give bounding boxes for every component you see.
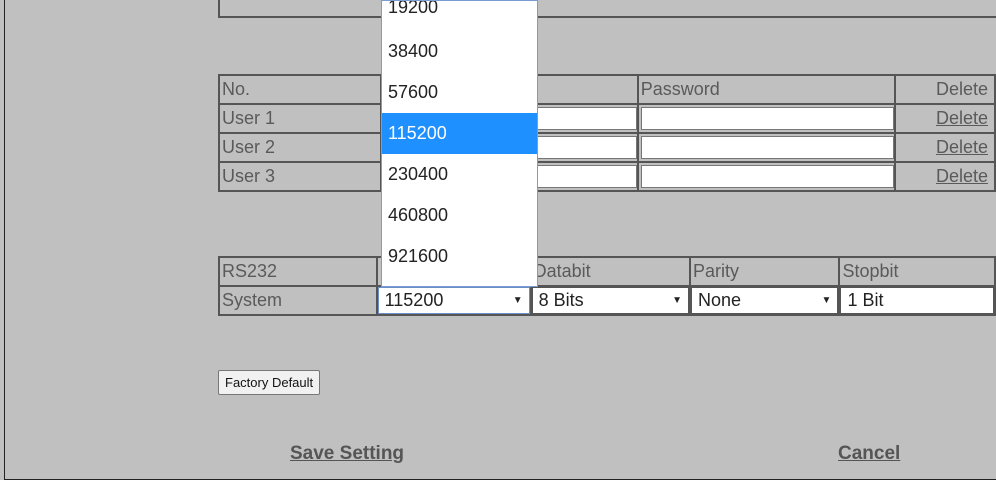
dropdown-option[interactable]: 921600 <box>382 236 537 277</box>
header-delete: Delete <box>894 74 996 105</box>
baudrate-select[interactable]: 115200 ▼ <box>378 288 529 313</box>
header-password: Password <box>636 74 897 105</box>
password-input[interactable] <box>640 136 894 159</box>
dropdown-option-selected[interactable]: 115200 <box>382 113 537 154</box>
baudrate-dropdown-list: 19200 38400 57600 115200 230400 460800 9… <box>381 0 538 287</box>
password-input[interactable] <box>640 165 894 188</box>
top-section-box <box>218 0 996 18</box>
save-setting-link[interactable]: Save Setting <box>290 443 404 465</box>
user-label: User 3 <box>218 161 382 192</box>
header-parity: Parity <box>688 256 841 287</box>
system-label: System <box>218 285 378 316</box>
databit-value: 8 Bits <box>538 290 584 310</box>
header-databit: Databit <box>529 256 691 287</box>
serial-header-row: RS232 Databit Parity Stopbit <box>218 256 996 287</box>
users-table: No. Password Delete User 1 Delete User 2… <box>218 74 996 192</box>
cancel-link[interactable]: Cancel <box>838 443 900 465</box>
delete-link[interactable]: Delete <box>936 166 988 186</box>
delete-link[interactable]: Delete <box>936 108 988 128</box>
chevron-down-icon: ▼ <box>821 295 832 306</box>
dropdown-option[interactable]: 460800 <box>382 195 537 236</box>
dropdown-option[interactable]: 19200 <box>382 1 537 31</box>
header-stopbit: Stopbit <box>838 256 996 287</box>
user-label: User 1 <box>218 103 382 134</box>
parity-select[interactable]: None ▼ <box>691 288 838 313</box>
table-row: User 3 Delete <box>218 161 996 192</box>
header-rs232: RS232 <box>218 256 378 287</box>
password-input[interactable] <box>640 107 894 130</box>
dropdown-option[interactable]: 230400 <box>382 154 537 195</box>
chevron-down-icon: ▼ <box>512 295 523 306</box>
serial-table: RS232 Databit Parity Stopbit System 1152… <box>218 256 996 316</box>
parity-value: None <box>697 290 742 310</box>
dropdown-option[interactable]: 57600 <box>382 72 537 113</box>
stopbit-select[interactable]: 1 Bit <box>841 288 994 313</box>
table-row: User 2 Delete <box>218 132 996 163</box>
table-row: User 1 Delete <box>218 103 996 134</box>
dropdown-option[interactable]: 38400 <box>382 31 537 72</box>
delete-link[interactable]: Delete <box>936 137 988 157</box>
user-label: User 2 <box>218 132 382 163</box>
databit-select[interactable]: 8 Bits ▼ <box>532 288 688 313</box>
table-row: System 115200 ▼ 8 Bits ▼ None ▼ 1 Bit <box>218 285 996 316</box>
users-header-row: No. Password Delete <box>218 74 996 105</box>
chevron-down-icon: ▼ <box>672 295 682 306</box>
stopbit-value: 1 Bit <box>847 290 884 310</box>
factory-default-button[interactable]: Factory Default <box>218 370 321 395</box>
baudrate-value: 115200 <box>384 290 444 310</box>
header-no: No. <box>218 74 382 105</box>
